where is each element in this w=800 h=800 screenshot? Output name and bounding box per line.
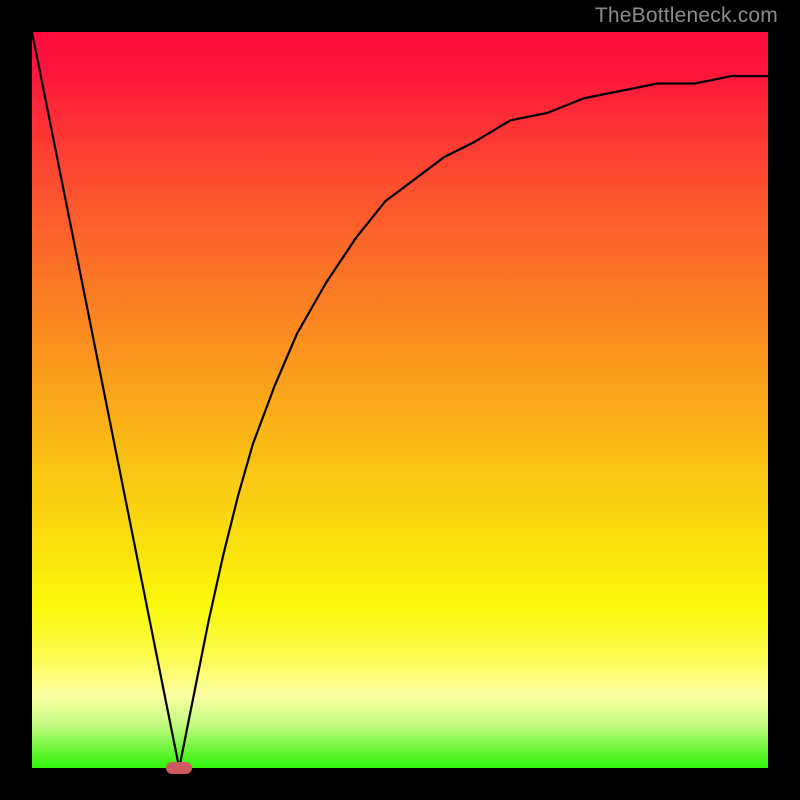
curve-svg xyxy=(32,32,768,768)
critical-point-marker xyxy=(166,762,192,774)
bottleneck-curve xyxy=(32,32,768,768)
chart-frame: TheBottleneck.com xyxy=(0,0,800,800)
watermark-text: TheBottleneck.com xyxy=(595,4,778,28)
